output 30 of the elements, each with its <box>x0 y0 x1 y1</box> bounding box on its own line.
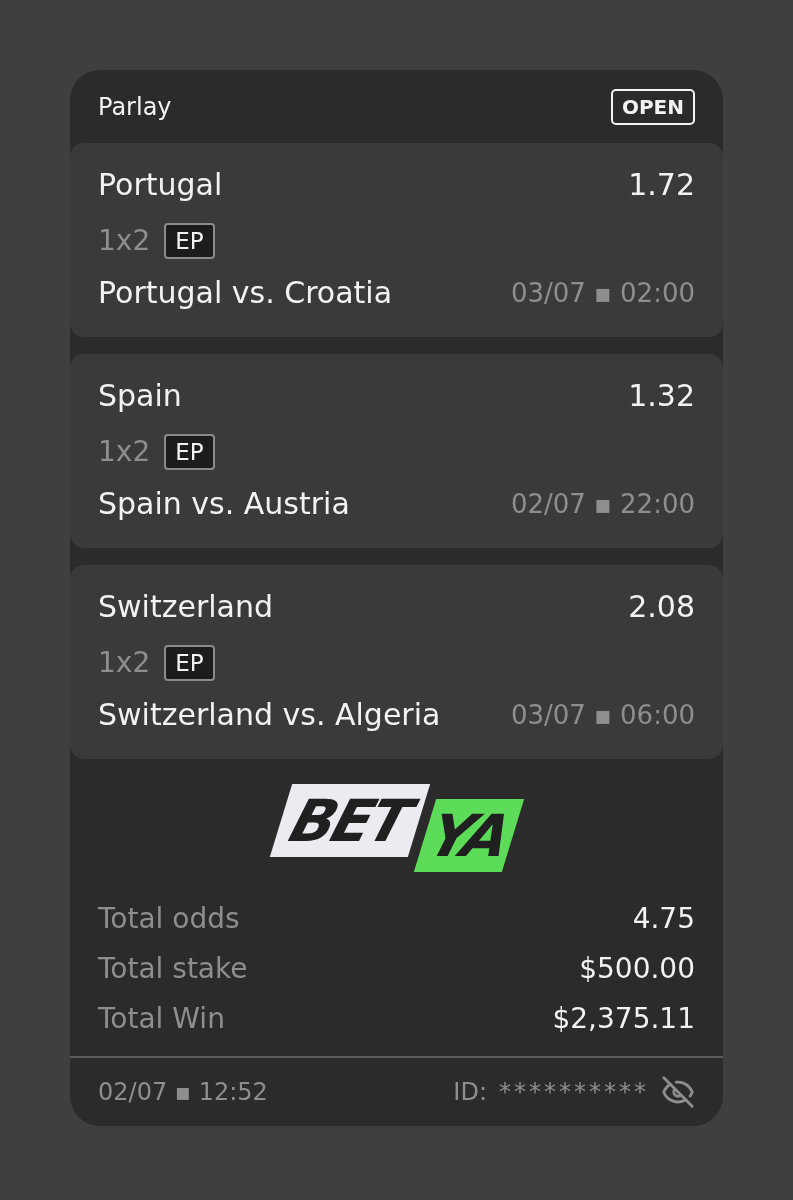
match-name: Switzerland vs. Algeria <box>98 700 441 730</box>
total-value: $500.00 <box>579 955 695 983</box>
selection-name: Switzerland <box>98 592 273 622</box>
early-payout-tag: EP <box>164 434 215 470</box>
bet-type-title: Parlay <box>98 94 172 119</box>
match-datetime: 03/07 ▪ 02:00 <box>511 280 695 306</box>
total-label: Total stake <box>98 955 248 983</box>
total-value: $2,375.11 <box>552 1005 695 1033</box>
match-datetime: 02/07 ▪ 22:00 <box>511 491 695 517</box>
match-name: Portugal vs. Croatia <box>98 278 393 308</box>
odds-value: 1.72 <box>628 170 695 200</box>
selection-name: Spain <box>98 381 182 411</box>
total-value: 4.75 <box>632 905 695 933</box>
masked-id: ********** <box>499 1080 649 1104</box>
total-label: Total Win <box>98 1005 225 1033</box>
early-payout-tag: EP <box>164 223 215 259</box>
status-badge: OPEN <box>610 88 695 125</box>
total-label: Total odds <box>98 905 240 933</box>
early-payout-tag: EP <box>164 645 215 681</box>
match-datetime: 03/07 ▪ 06:00 <box>511 702 695 728</box>
match-name: Spain vs. Austria <box>98 489 350 519</box>
market-type: 1x2 <box>98 227 151 255</box>
eye-slash-icon[interactable] <box>661 1075 695 1109</box>
selection-name: Portugal <box>98 170 223 200</box>
odds-value: 1.32 <box>628 381 695 411</box>
id-label: ID: <box>453 1080 487 1104</box>
odds-value: 2.08 <box>628 592 695 622</box>
market-type: 1x2 <box>98 438 151 466</box>
market-type: 1x2 <box>98 649 151 677</box>
placed-datetime: 02/07 ▪ 12:52 <box>98 1080 268 1104</box>
